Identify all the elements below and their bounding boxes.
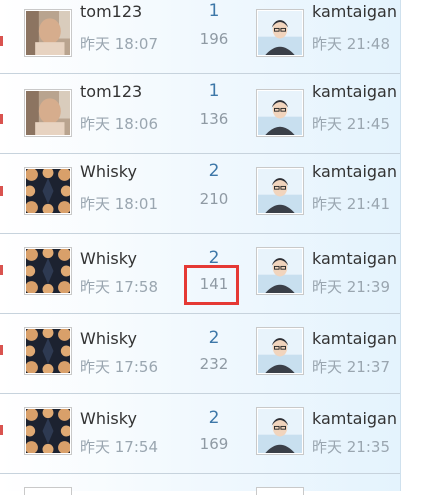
author-name[interactable]: tom123 bbox=[80, 2, 142, 21]
view-count: 169 bbox=[199, 435, 229, 453]
last-poster-avatar[interactable] bbox=[256, 167, 304, 215]
last-post-time: 昨天 21:39 bbox=[312, 278, 390, 296]
thread-row[interactable]: Whisky 昨天 17:54 2 169 kamtaigan 昨天 21:35 bbox=[0, 393, 400, 474]
last-poster-name[interactable]: kamtaigan bbox=[312, 249, 397, 268]
last-post-time: 昨天 21:41 bbox=[312, 195, 390, 213]
last-poster-avatar[interactable] bbox=[256, 327, 304, 375]
post-time: 昨天 17:54 bbox=[80, 438, 158, 456]
author-name[interactable]: tom123 bbox=[80, 82, 142, 101]
cartoon-avatar-icon bbox=[258, 91, 302, 135]
last-poster-name[interactable]: kamtaigan bbox=[312, 329, 397, 348]
reply-count: 2 bbox=[208, 328, 220, 348]
author-name[interactable]: Whisky bbox=[80, 329, 137, 348]
thread-row[interactable]: Whisky 昨天 17:56 2 232 kamtaigan 昨天 21:37 bbox=[0, 313, 400, 394]
highlight-box bbox=[184, 265, 239, 305]
view-count: 232 bbox=[199, 355, 229, 373]
pattern-avatar-icon bbox=[26, 169, 70, 213]
pattern-avatar-icon bbox=[26, 329, 70, 373]
last-poster-name[interactable]: kamtaigan bbox=[312, 162, 397, 181]
author-name[interactable]: Whisky bbox=[80, 162, 137, 181]
panel-border bbox=[400, 0, 401, 491]
last-poster-avatar[interactable] bbox=[256, 9, 304, 57]
post-time: 昨天 17:56 bbox=[80, 358, 158, 376]
post-time: 昨天 18:01 bbox=[80, 195, 158, 213]
view-count: 210 bbox=[199, 190, 229, 208]
reply-count: 1 bbox=[208, 1, 220, 21]
view-count: 196 bbox=[199, 30, 229, 48]
author-avatar[interactable] bbox=[24, 89, 72, 137]
last-poster-avatar[interactable] bbox=[256, 247, 304, 295]
thread-row[interactable]: tom123 昨天 18:06 1 136 kamtaigan 昨天 21:45 bbox=[0, 73, 400, 154]
cartoon-avatar-icon bbox=[258, 249, 302, 293]
last-poster-name[interactable]: kamtaigan bbox=[312, 409, 397, 428]
photo-avatar-icon bbox=[26, 91, 70, 135]
author-avatar[interactable] bbox=[24, 247, 72, 295]
cartoon-avatar-icon bbox=[258, 409, 302, 453]
last-post-time: 昨天 21:35 bbox=[312, 438, 390, 456]
last-poster-name[interactable]: kamtaigan bbox=[312, 2, 397, 21]
reply-count: 2 bbox=[208, 161, 220, 181]
author-name[interactable]: Whisky bbox=[80, 409, 137, 428]
author-name[interactable]: Whisky bbox=[80, 249, 137, 268]
author-avatar[interactable] bbox=[24, 9, 72, 57]
post-time: 昨天 17:58 bbox=[80, 278, 158, 296]
last-post-time: 昨天 21:37 bbox=[312, 358, 390, 376]
last-poster-avatar[interactable] bbox=[256, 89, 304, 137]
thread-row[interactable]: tom123 昨天 18:07 1 196 kamtaigan 昨天 21:48 bbox=[0, 0, 400, 74]
last-post-time: 昨天 21:45 bbox=[312, 115, 390, 133]
author-avatar[interactable] bbox=[24, 327, 72, 375]
reply-count: 2 bbox=[208, 408, 220, 428]
photo-avatar-icon bbox=[26, 11, 70, 55]
author-avatar[interactable] bbox=[24, 167, 72, 215]
cartoon-avatar-icon bbox=[258, 169, 302, 213]
post-time: 昨天 18:06 bbox=[80, 115, 158, 133]
cartoon-avatar-icon bbox=[258, 11, 302, 55]
author-avatar[interactable] bbox=[24, 407, 72, 455]
reply-count: 1 bbox=[208, 81, 220, 101]
last-post-time: 昨天 21:48 bbox=[312, 35, 390, 53]
last-poster-name[interactable]: kamtaigan bbox=[312, 82, 397, 101]
author-avatar[interactable] bbox=[24, 487, 72, 495]
last-poster-avatar[interactable] bbox=[256, 407, 304, 455]
view-count: 136 bbox=[199, 110, 229, 128]
cartoon-avatar-icon bbox=[258, 329, 302, 373]
pattern-avatar-icon bbox=[26, 409, 70, 453]
last-poster-avatar[interactable] bbox=[256, 487, 304, 495]
post-time: 昨天 18:07 bbox=[80, 35, 158, 53]
pattern-avatar-icon bbox=[26, 249, 70, 293]
thread-row[interactable]: Whisky 昨天 18:01 2 210 kamtaigan 昨天 21:41 bbox=[0, 153, 400, 234]
